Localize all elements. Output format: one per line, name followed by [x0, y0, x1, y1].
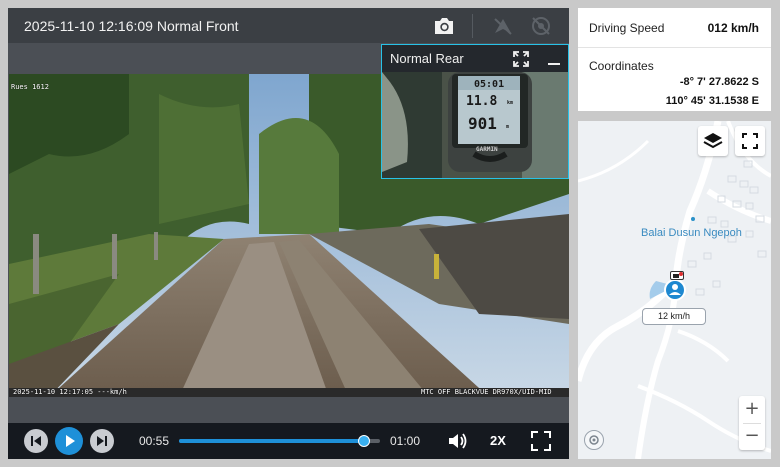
- total-time: 01:00: [390, 434, 421, 448]
- gps-altitude: 901: [468, 114, 497, 133]
- volume-icon[interactable]: [446, 430, 468, 452]
- gps-distance: 11.8: [466, 94, 498, 109]
- speed-row: Driving Speed 012 km/h: [578, 8, 771, 48]
- no-signal-icon: [529, 15, 553, 37]
- speed-value: 012 km/h: [707, 21, 759, 35]
- poi-label[interactable]: Balai Dusun Ngepoh: [641, 227, 742, 239]
- play-icon[interactable]: [55, 427, 83, 455]
- seek-bar[interactable]: [179, 435, 380, 447]
- camera-icon[interactable]: [432, 15, 456, 37]
- layers-icon[interactable]: [698, 126, 728, 156]
- rear-inset-title: Normal Rear: [390, 51, 464, 66]
- skip-back-icon[interactable]: [24, 429, 48, 453]
- info-panel: Driving Speed 012 km/h Coordinates -8° 7…: [578, 8, 771, 111]
- skip-forward-icon[interactable]: [90, 429, 114, 453]
- video-player: 2025-11-10 12:16:09 Normal Front Rues 16…: [8, 8, 569, 459]
- car-marker-icon[interactable]: [663, 278, 687, 302]
- latitude-value: -8° 7' 27.8622 S: [679, 76, 759, 88]
- gps-altitude-unit: m: [506, 124, 510, 130]
- zoom-in-button[interactable]: +: [739, 396, 765, 423]
- speed-label: Driving Speed: [589, 21, 665, 35]
- gps-time: 05:01: [474, 79, 505, 90]
- rear-video-frame: 05:01 11.8 km 901 m GARMIN: [382, 72, 568, 178]
- playback-speed[interactable]: 2X: [490, 433, 506, 448]
- map-speed-tag: 12 km/h: [642, 308, 706, 325]
- longitude-value: 110° 45' 31.1538 E: [665, 95, 759, 107]
- no-gps-icon: [491, 15, 515, 37]
- map-panel[interactable]: Balai Dusun Ngepoh 12 km/h + −: [578, 121, 771, 459]
- osd-top-left: Rues 1612: [11, 83, 49, 91]
- map-fullscreen-icon[interactable]: [735, 126, 765, 156]
- player-controls: 00:55 01:00 2X: [8, 423, 569, 459]
- video-title: 2025-11-10 12:16:09 Normal Front: [24, 18, 239, 34]
- gps-distance-unit: km: [507, 100, 514, 106]
- rear-camera-inset[interactable]: Normal Rear 05:01 11.8 km 901 m GARMIN: [381, 44, 569, 179]
- seek-bar-thumb[interactable]: [357, 435, 370, 447]
- rear-inset-header: Normal Rear: [382, 45, 568, 72]
- zoom-control: + −: [739, 396, 765, 450]
- video-top-bar: 2025-11-10 12:16:09 Normal Front: [8, 8, 569, 43]
- minimize-icon[interactable]: [546, 50, 562, 68]
- gps-brand: GARMIN: [476, 146, 498, 153]
- map-logo-icon: [584, 430, 604, 450]
- coordinates-label: Coordinates: [589, 59, 654, 73]
- zoom-out-button[interactable]: −: [739, 423, 765, 450]
- current-time: 00:55: [139, 434, 170, 448]
- fullscreen-icon[interactable]: [530, 430, 552, 452]
- seek-bar-fill: [179, 439, 364, 443]
- toolbar-divider: [472, 14, 473, 38]
- osd-device-info: MTC OFF BLACKVUE DR970X/UID-MID: [421, 388, 552, 396]
- expand-icon[interactable]: [512, 50, 530, 68]
- osd-timestamp: 2025-11-10 12:17:05 ---km/h: [13, 388, 127, 396]
- camera-badge-icon: [670, 271, 684, 280]
